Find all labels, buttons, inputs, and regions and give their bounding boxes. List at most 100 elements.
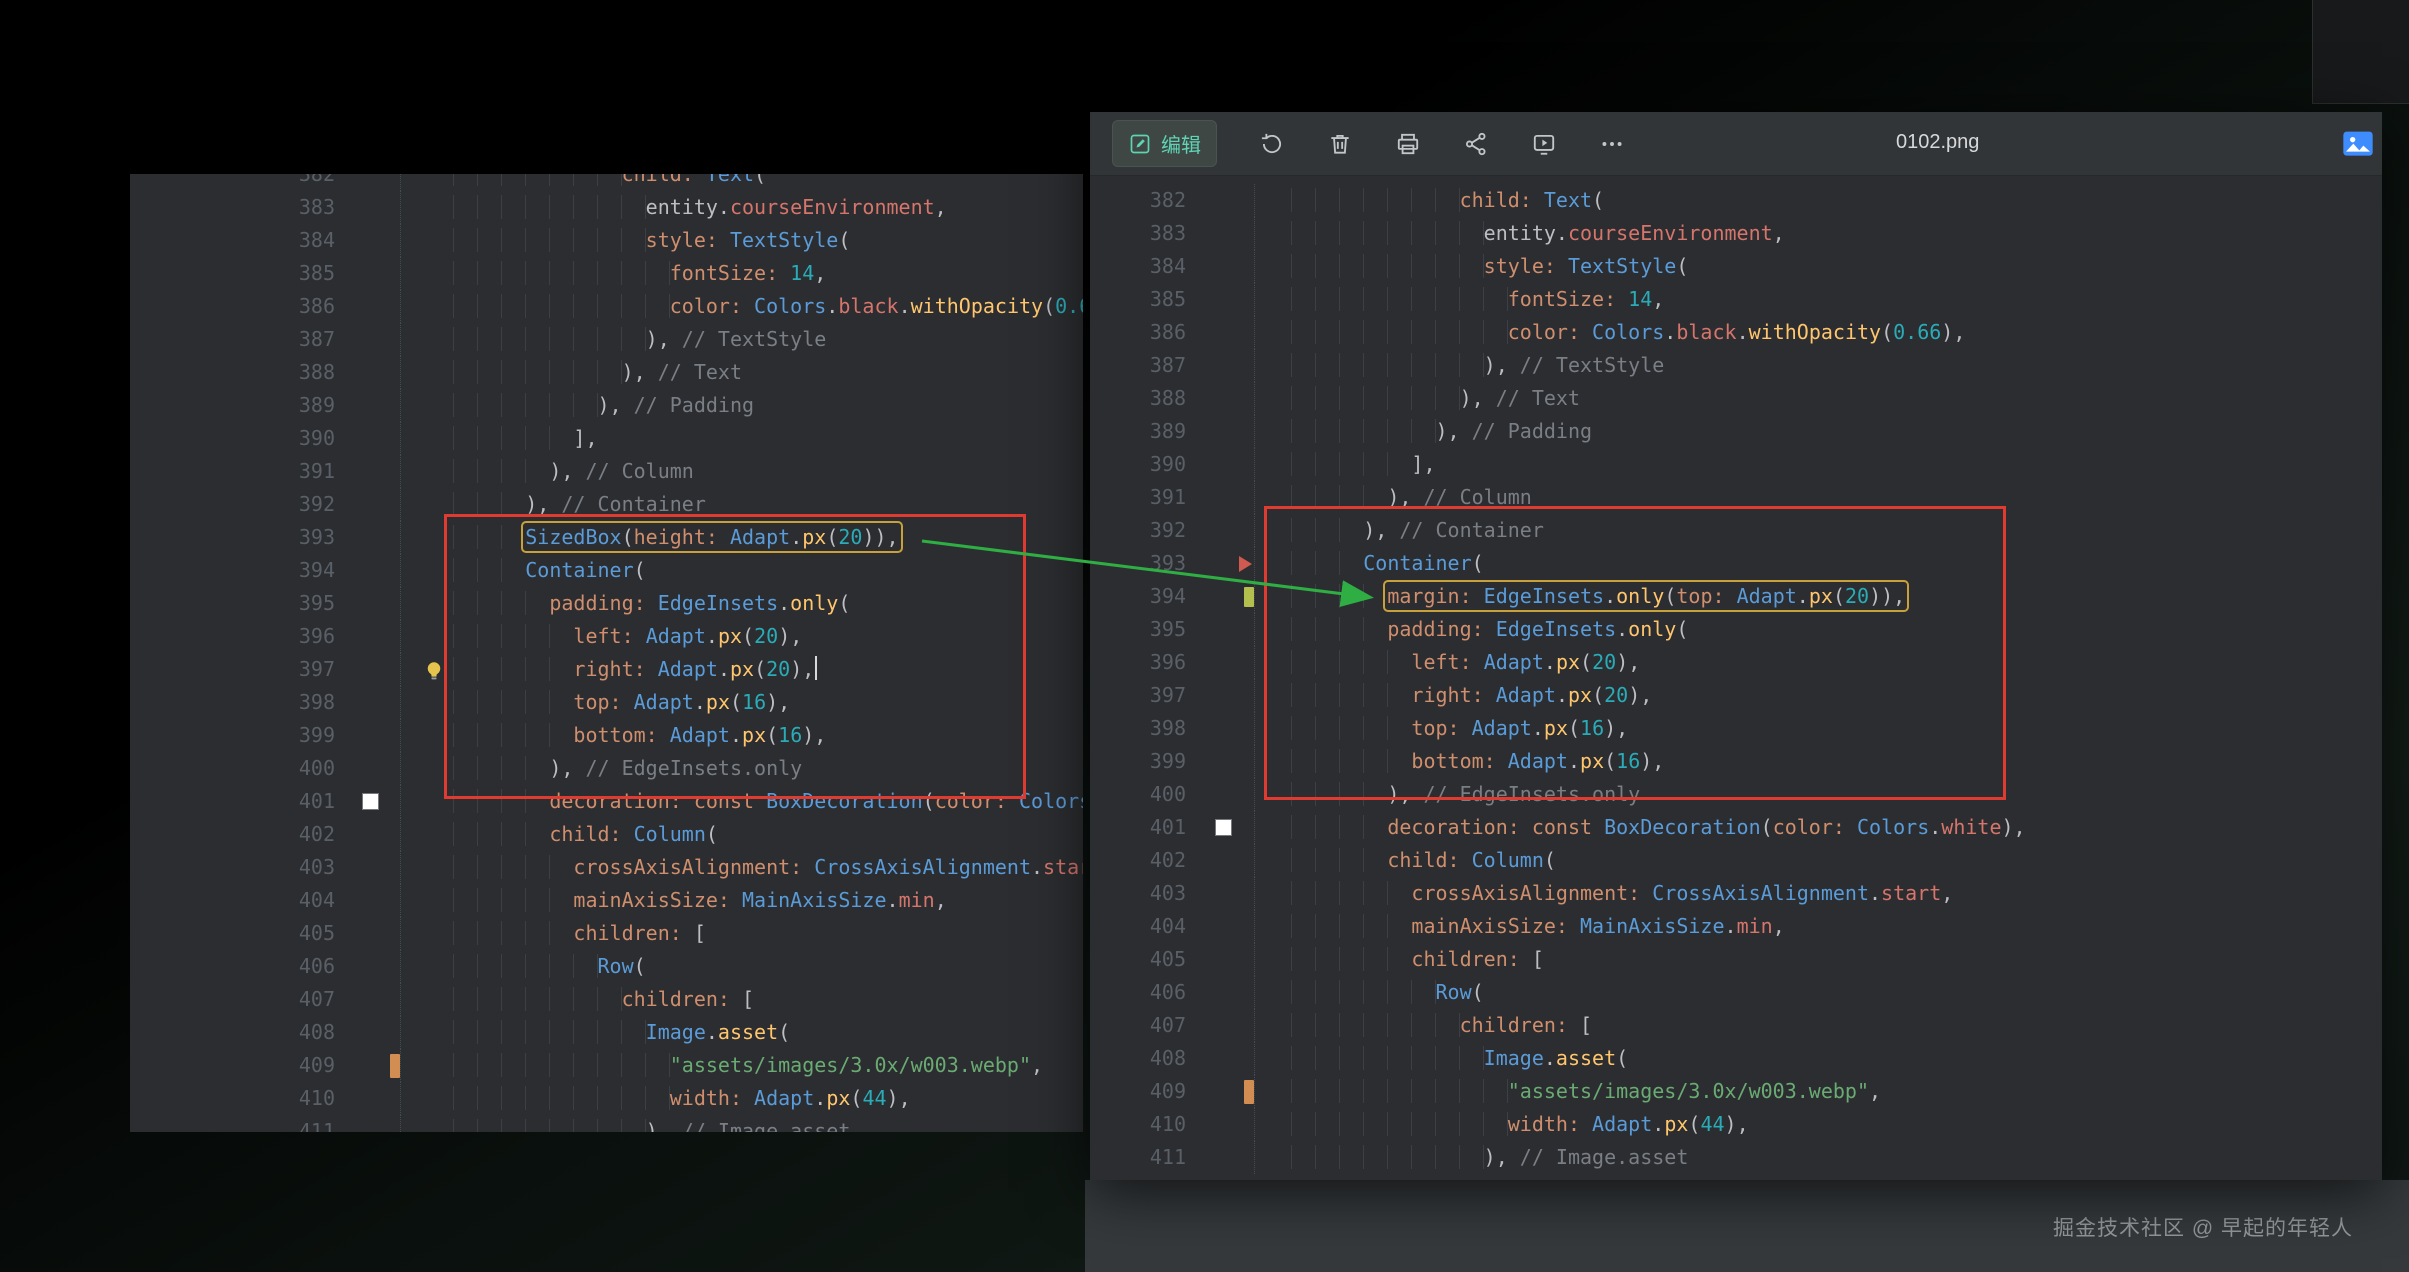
line-number: 401: [130, 785, 341, 818]
code-line-389[interactable]: 389 ), // Padding: [130, 389, 1083, 422]
watermark-text: 掘金技术社区 @ 早起的年轻人: [2053, 1212, 2353, 1242]
code-line-403[interactable]: 403 crossAxisAlignment: CrossAxisAlignme…: [130, 851, 1083, 884]
code-line-398[interactable]: 398 top: Adapt.px(16),: [130, 686, 1083, 719]
share-button[interactable]: [1463, 131, 1489, 157]
line-number: 382: [1090, 184, 1192, 217]
code-text: child: Column(: [400, 818, 1083, 851]
code-line-383[interactable]: 383 entity.courseEnvironment,: [130, 191, 1083, 224]
code-line-395[interactable]: 395 padding: EdgeInsets.only(: [130, 587, 1083, 620]
code-line-406[interactable]: 406 Row(: [130, 950, 1083, 983]
code-line-384[interactable]: 384 style: TextStyle(: [130, 224, 1083, 257]
gutter: [1192, 580, 1254, 613]
code-line-399[interactable]: 399 bottom: Adapt.px(16),: [130, 719, 1083, 752]
color-swatch-white: [362, 793, 379, 810]
gutter: [341, 488, 400, 521]
gutter: [341, 1115, 400, 1132]
line-number: 393: [130, 521, 341, 554]
gutter: [1192, 679, 1254, 712]
code-line-394[interactable]: 394 Container(: [130, 554, 1083, 587]
rotate-button[interactable]: [1259, 131, 1285, 157]
gutter: [341, 686, 400, 719]
code-line-392[interactable]: 392 ), // Container: [130, 488, 1083, 521]
code-text: child: Text(: [400, 174, 1083, 191]
line-number: 398: [130, 686, 341, 719]
code-text: "assets/images/3.0x/w003.webp",: [400, 1049, 1083, 1082]
line-number: 410: [130, 1082, 341, 1115]
code-text: width: Adapt.px(44),: [400, 1082, 1083, 1115]
gutter: [1192, 1141, 1254, 1174]
line-number: 401: [1090, 811, 1192, 844]
code-line-390[interactable]: 390 ],: [130, 422, 1083, 455]
gutter: [1192, 976, 1254, 1009]
gutter: [1192, 1009, 1254, 1042]
line-number: 398: [1090, 712, 1192, 745]
code-text: bottom: Adapt.px(16),: [400, 719, 1083, 752]
code-line-391[interactable]: 391 ), // Column: [130, 455, 1083, 488]
line-number: 403: [1090, 877, 1192, 910]
delete-button[interactable]: [1327, 131, 1353, 157]
code-line-382[interactable]: 382 child: Text(: [130, 174, 1083, 191]
gutter: [1192, 1075, 1254, 1108]
page-background-band: 掘金技术社区 @ 早起的年轻人: [1085, 1180, 2409, 1272]
code-line-400[interactable]: 400 ), // EdgeInsets.only: [130, 752, 1083, 785]
more-button[interactable]: [1599, 131, 1625, 157]
image-preview[interactable]: 382 child: Text(383 entity.courseEnviron…: [1090, 176, 2382, 1179]
code-line-385[interactable]: 385 fontSize: 14,: [130, 257, 1083, 290]
gutter: [1192, 349, 1254, 382]
code-text: top: Adapt.px(16),: [400, 686, 1083, 719]
code-line-397[interactable]: 397 right: Adapt.px(20),: [130, 653, 1083, 686]
code-line-407[interactable]: 407 children: [: [130, 983, 1083, 1016]
image-filename: 0102.png: [1896, 131, 1979, 154]
gutter: [341, 752, 400, 785]
print-button[interactable]: [1395, 131, 1421, 157]
code-line-382: 382 child: Text(: [1090, 184, 2382, 217]
code-text: ), // Image.asset: [1254, 1141, 2382, 1174]
picture-icon[interactable]: [2342, 129, 2374, 157]
code-text: Row(: [1254, 976, 2382, 1009]
edit-button[interactable]: 编辑: [1112, 120, 1217, 167]
code-text: children: [: [400, 983, 1083, 1016]
code-line-387[interactable]: 387 ), // TextStyle: [130, 323, 1083, 356]
code-line-396[interactable]: 396 left: Adapt.px(20),: [130, 620, 1083, 653]
code-area[interactable]: 382 child: Text(383 entity.courseEnviron…: [130, 174, 1083, 1132]
code-text: Image.asset(: [1254, 1042, 2382, 1075]
edit-icon: [1128, 132, 1152, 156]
code-line-404[interactable]: 404 mainAxisSize: MainAxisSize.min,: [130, 884, 1083, 917]
code-line-408[interactable]: 408 Image.asset(: [130, 1016, 1083, 1049]
code-line-388[interactable]: 388 ), // Text: [130, 356, 1083, 389]
line-number: 382: [130, 174, 341, 191]
code-text: Row(: [400, 950, 1083, 983]
code-line-393[interactable]: 393 SizedBox(height: Adapt.px(20)),: [130, 521, 1083, 554]
gutter: [341, 785, 400, 818]
code-line-388: 388 ), // Text: [1090, 382, 2382, 415]
code-line-386[interactable]: 386 color: Colors.black.withOpacity(0.66…: [130, 290, 1083, 323]
gutter: [341, 587, 400, 620]
code-line-396: 396 left: Adapt.px(20),: [1090, 646, 2382, 679]
code-text: entity.courseEnvironment,: [400, 191, 1083, 224]
code-line-410[interactable]: 410 width: Adapt.px(44),: [130, 1082, 1083, 1115]
code-line-409[interactable]: 409 "assets/images/3.0x/w003.webp",: [130, 1049, 1083, 1082]
line-number: 397: [1090, 679, 1192, 712]
print-icon: [1395, 131, 1421, 157]
code-text: ), // Container: [400, 488, 1083, 521]
code-line-405[interactable]: 405 children: [: [130, 917, 1083, 950]
code-area: 382 child: Text(383 entity.courseEnviron…: [1090, 184, 2382, 1174]
gutter: [1192, 910, 1254, 943]
code-line-401[interactable]: 401 decoration: const BoxDecoration(colo…: [130, 785, 1083, 818]
code-text: ), // Image.asset: [400, 1115, 1083, 1132]
slideshow-button[interactable]: [1531, 131, 1557, 157]
gutter: [341, 950, 400, 983]
code-text: ],: [400, 422, 1083, 455]
line-number: 395: [1090, 613, 1192, 646]
change-marker-orange: [390, 1054, 400, 1078]
intention-bulb-icon[interactable]: [424, 658, 446, 680]
code-line-402[interactable]: 402 child: Column(: [130, 818, 1083, 851]
text-caret: [815, 656, 817, 680]
code-line-411[interactable]: 411 ), // Image.asset: [130, 1115, 1083, 1132]
gutter: [1192, 316, 1254, 349]
gutter: [1192, 250, 1254, 283]
line-number: 409: [1090, 1075, 1192, 1108]
code-text: children: [: [1254, 943, 2382, 976]
ide-code-editor[interactable]: 382 child: Text(383 entity.courseEnviron…: [130, 174, 1083, 1132]
line-number: 387: [130, 323, 341, 356]
